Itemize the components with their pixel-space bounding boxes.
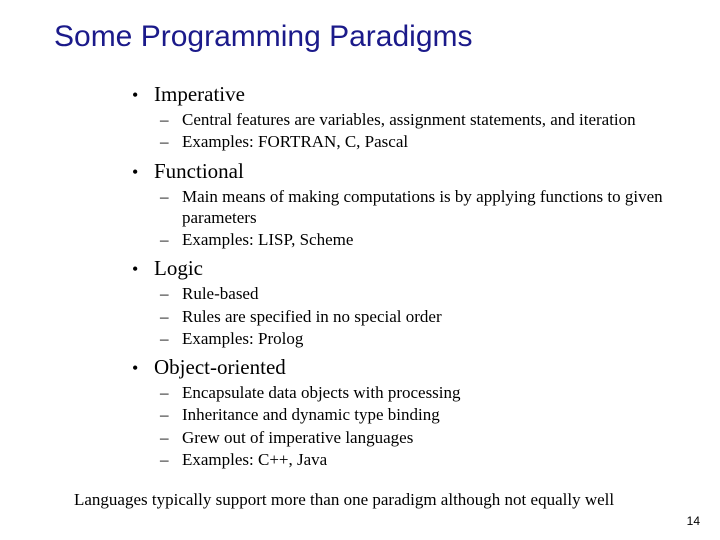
bullet-icon: •: [132, 163, 154, 181]
footer-note: Languages typically support more than on…: [54, 490, 682, 510]
sub-item: – Rule-based: [132, 283, 682, 304]
sub-text: Examples: LISP, Scheme: [182, 229, 353, 250]
sub-item: – Grew out of imperative languages: [132, 427, 682, 448]
sub-text: Main means of making computations is by …: [182, 186, 682, 229]
bullet-item: • Imperative: [132, 82, 682, 107]
dash-icon: –: [160, 383, 182, 403]
dash-icon: –: [160, 329, 182, 349]
bullet-icon: •: [132, 86, 154, 104]
dash-icon: –: [160, 405, 182, 425]
dash-icon: –: [160, 307, 182, 327]
sub-text: Rules are specified in no special order: [182, 306, 442, 327]
page-number: 14: [687, 514, 700, 528]
sub-item: – Encapsulate data objects with processi…: [132, 382, 682, 403]
bullet-heading: Functional: [154, 159, 244, 184]
dash-icon: –: [160, 110, 182, 130]
sub-item: – Rules are specified in no special orde…: [132, 306, 682, 327]
sub-item: – Main means of making computations is b…: [132, 186, 682, 229]
dash-icon: –: [160, 450, 182, 470]
bullet-icon: •: [132, 359, 154, 377]
sub-item: – Inheritance and dynamic type binding: [132, 404, 682, 425]
bullet-icon: •: [132, 260, 154, 278]
sub-text: Encapsulate data objects with processing: [182, 382, 461, 403]
dash-icon: –: [160, 187, 182, 207]
bullet-heading: Imperative: [154, 82, 245, 107]
sub-text: Examples: Prolog: [182, 328, 303, 349]
sub-item: – Examples: C++, Java: [132, 449, 682, 470]
slide-content: • Imperative – Central features are vari…: [54, 82, 682, 470]
sub-text: Rule-based: [182, 283, 258, 304]
dash-icon: –: [160, 284, 182, 304]
sub-item: – Examples: Prolog: [132, 328, 682, 349]
sub-item: – Examples: LISP, Scheme: [132, 229, 682, 250]
sub-text: Grew out of imperative languages: [182, 427, 413, 448]
bullet-item: • Logic: [132, 256, 682, 281]
sub-item: – Central features are variables, assign…: [132, 109, 682, 130]
sub-text: Examples: FORTRAN, C, Pascal: [182, 131, 408, 152]
bullet-item: • Object-oriented: [132, 355, 682, 380]
sub-item: – Examples: FORTRAN, C, Pascal: [132, 131, 682, 152]
bullet-item: • Functional: [132, 159, 682, 184]
dash-icon: –: [160, 230, 182, 250]
sub-text: Central features are variables, assignme…: [182, 109, 636, 130]
sub-text: Inheritance and dynamic type binding: [182, 404, 440, 425]
bullet-heading: Logic: [154, 256, 203, 281]
bullet-heading: Object-oriented: [154, 355, 286, 380]
sub-text: Examples: C++, Java: [182, 449, 327, 470]
slide-title: Some Programming Paradigms: [54, 20, 682, 54]
dash-icon: –: [160, 428, 182, 448]
dash-icon: –: [160, 132, 182, 152]
